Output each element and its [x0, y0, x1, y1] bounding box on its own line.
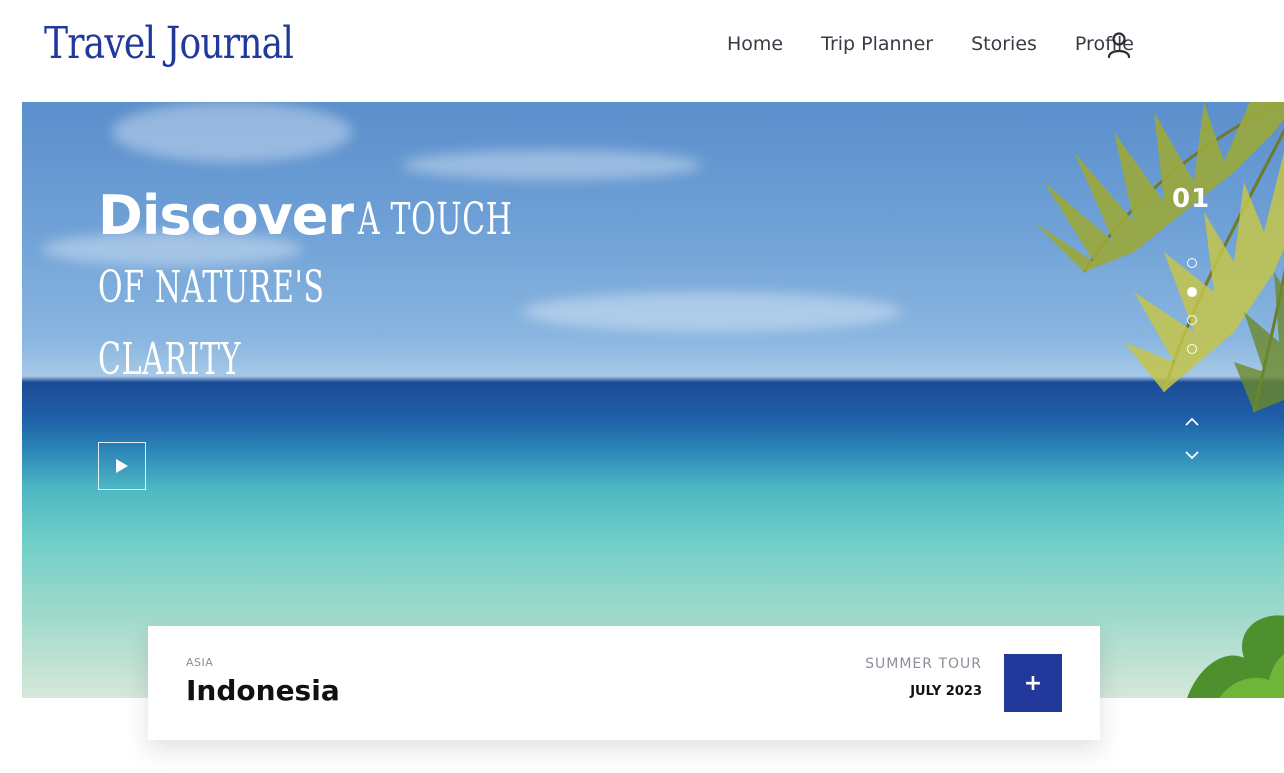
slide-number: 01	[1172, 184, 1211, 214]
hero-title-line: CLARITY	[98, 324, 518, 396]
cloud	[402, 150, 702, 180]
slide-dot[interactable]	[1187, 343, 1197, 354]
slide-dot-active[interactable]	[1187, 286, 1197, 297]
main-nav: Home Trip Planner Stories Profile	[689, 30, 1134, 58]
play-icon	[116, 459, 128, 473]
card-region: ASIA	[186, 656, 214, 669]
chevron-up-icon[interactable]	[1184, 417, 1200, 427]
user-icon[interactable]	[1104, 30, 1134, 60]
hero-title: Discover A TOUCH OF NATURE'S CLARITY	[98, 180, 518, 396]
travel-journal-page: Travel Journal Home Trip Planner Stories…	[0, 0, 1284, 773]
hero-banner: Discover A TOUCH OF NATURE'S CLARITY 01	[22, 102, 1284, 698]
card-date: JULY 2023	[910, 684, 982, 699]
hero-title-line: OF NATURE'S	[98, 252, 518, 324]
slide-dot[interactable]	[1187, 315, 1197, 325]
hero-title-line: Discover A TOUCH	[98, 180, 518, 252]
nav-trip-planner[interactable]: Trip Planner	[821, 30, 933, 58]
logo[interactable]: Travel Journal	[44, 14, 294, 74]
nav-home[interactable]: Home	[727, 30, 783, 58]
hero-title-light: CLARITY	[98, 334, 242, 385]
hero-title-strong: Discover	[98, 184, 354, 247]
hero-title-light: A TOUCH	[357, 194, 513, 245]
play-video-button[interactable]	[98, 442, 146, 490]
chevron-down-icon[interactable]	[1184, 450, 1200, 460]
nav-stories[interactable]: Stories	[971, 30, 1037, 58]
hero-title-light: OF NATURE'S	[98, 262, 325, 313]
cloud	[112, 102, 352, 162]
beach-plant-image	[1187, 615, 1284, 698]
card-tour: SUMMER TOUR	[865, 656, 982, 672]
slide-dots	[1187, 258, 1197, 372]
add-button[interactable]: +	[1004, 654, 1062, 712]
palm-leaves-image	[1034, 102, 1284, 413]
slide-dot[interactable]	[1187, 258, 1197, 268]
card-country[interactable]: Indonesia	[186, 674, 340, 707]
destination-card: ASIA Indonesia SUMMER TOUR JULY 2023 +	[148, 626, 1100, 740]
